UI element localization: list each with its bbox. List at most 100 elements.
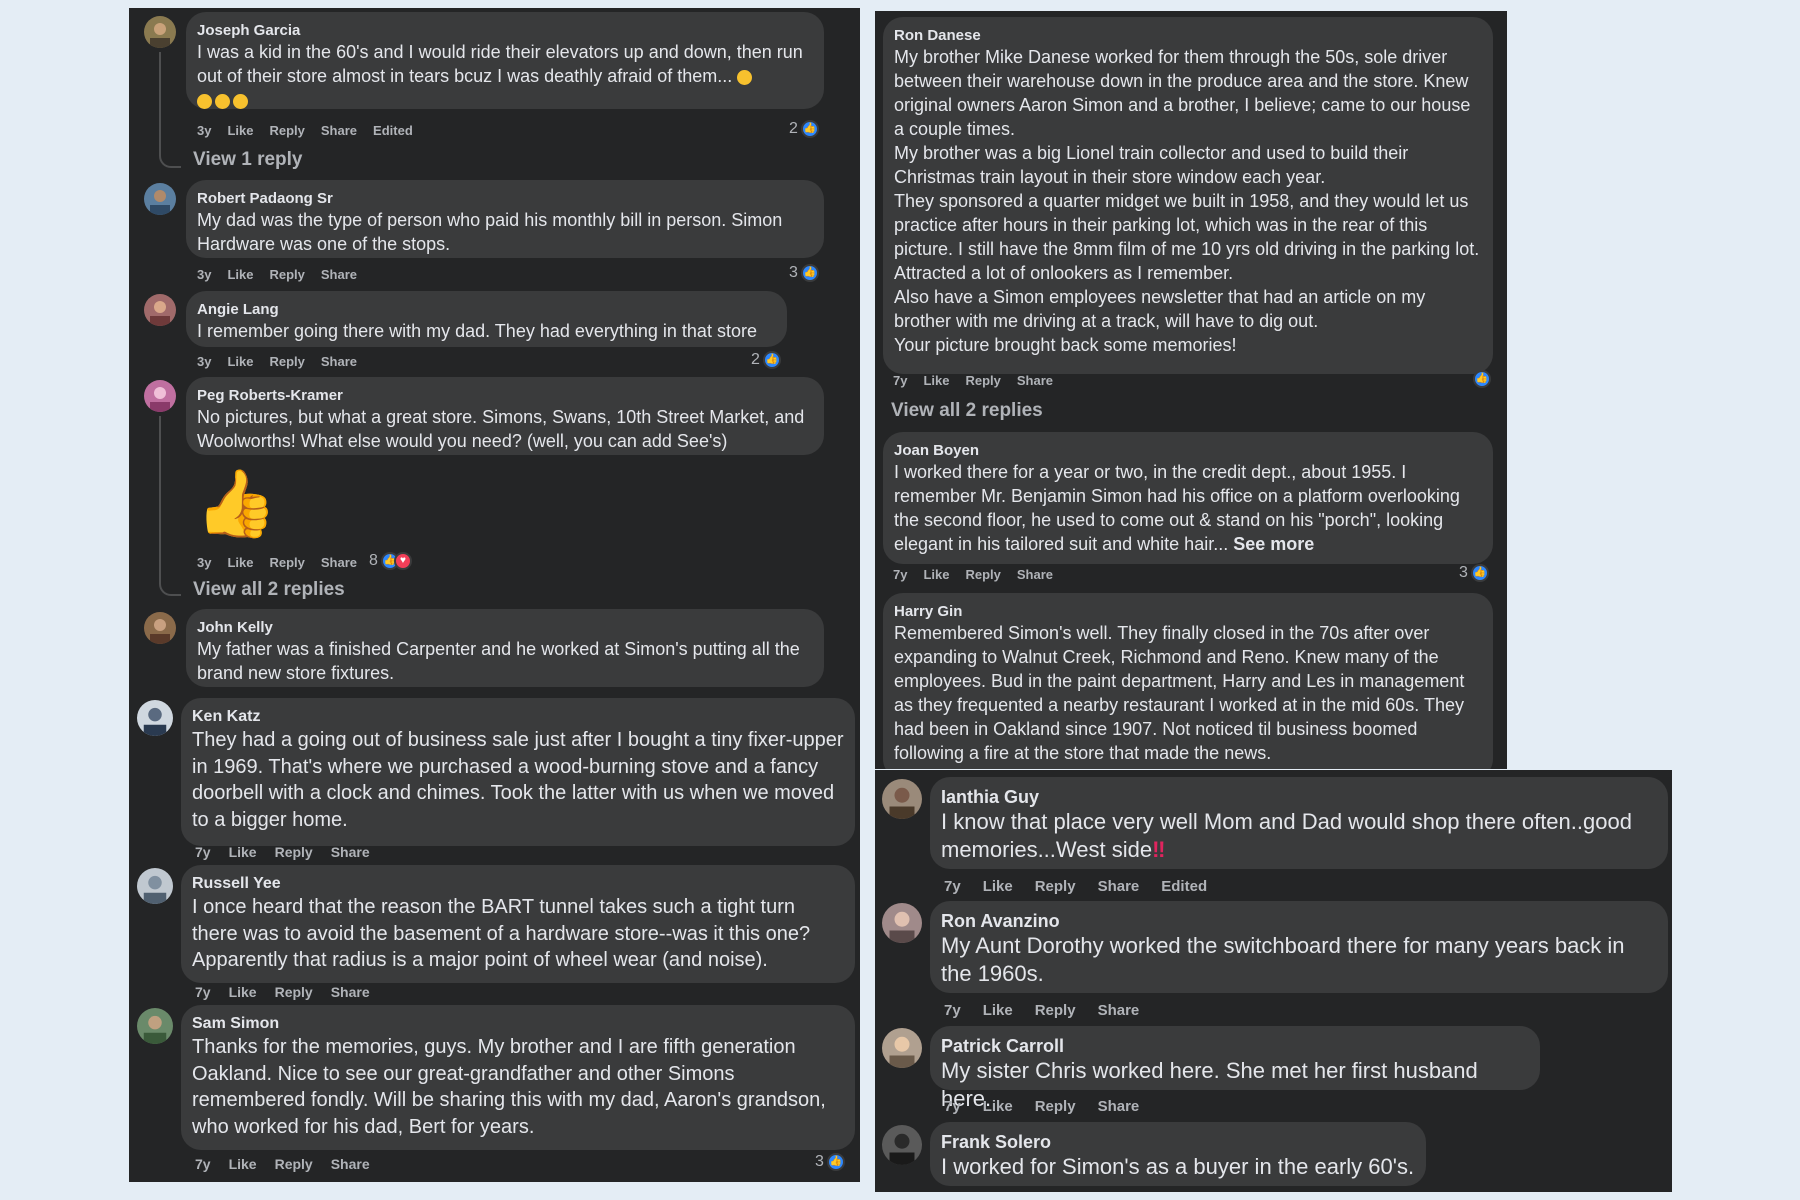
reply-button[interactable]: Reply <box>269 123 304 138</box>
reaction-count[interactable]: 2 👍 <box>789 120 819 138</box>
reaction-count[interactable]: 👍 <box>1470 370 1491 388</box>
share-button[interactable]: Share <box>331 844 370 860</box>
laughing-emoji-icon <box>215 93 230 109</box>
reply-button[interactable]: Reply <box>965 373 1000 388</box>
share-button[interactable]: Share <box>331 1156 370 1172</box>
reply-button[interactable]: Reply <box>269 555 304 570</box>
commenter-name[interactable]: Sam Simon <box>192 1014 844 1034</box>
reaction-count[interactable]: 3 👍 <box>1459 564 1489 582</box>
comment-text: Thanks for the memories, guys. My brothe… <box>192 1036 826 1138</box>
commenter-name[interactable]: Ianthia Guy <box>941 786 1657 808</box>
commenter-name[interactable]: Russell Yee <box>192 874 844 894</box>
avatar[interactable] <box>144 183 176 215</box>
commenter-name[interactable]: Frank Solero <box>941 1131 1415 1153</box>
comment-time[interactable]: 7y <box>195 984 211 1000</box>
comment-text: I know that place very well Mom and Dad … <box>941 809 1632 862</box>
comments-panel-right-bottom: Ianthia Guy I know that place very well … <box>875 770 1672 1192</box>
share-button[interactable]: Share <box>1098 1002 1140 1019</box>
reply-button[interactable]: Reply <box>269 354 304 369</box>
comment-bubble: Robert Padaong Sr My dad was the type of… <box>186 180 824 258</box>
comment-time[interactable]: 7y <box>944 1002 961 1019</box>
comment-bubble: Sam Simon Thanks for the memories, guys.… <box>181 1005 855 1150</box>
commenter-name[interactable]: Angie Lang <box>197 300 776 319</box>
commenter-name[interactable]: Patrick Carroll <box>941 1035 1529 1057</box>
share-button[interactable]: Share <box>331 984 370 1000</box>
like-button[interactable]: Like <box>229 1156 257 1172</box>
avatar[interactable] <box>144 612 176 644</box>
commenter-name[interactable]: Peg Roberts-Kramer <box>197 386 813 405</box>
avatar[interactable] <box>137 700 173 736</box>
comment-time[interactable]: 7y <box>195 1156 211 1172</box>
commenter-name[interactable]: Harry Gin <box>894 602 1482 621</box>
commenter-name[interactable]: John Kelly <box>197 618 813 637</box>
share-button[interactable]: Share <box>321 354 357 369</box>
commenter-name[interactable]: Joan Boyen <box>894 441 1482 460</box>
share-button[interactable]: Share <box>321 555 357 570</box>
comment-actions: 7y Like Reply Share <box>195 1156 388 1172</box>
like-button[interactable]: Like <box>229 844 257 860</box>
avatar[interactable] <box>144 16 176 48</box>
reply-button[interactable]: Reply <box>1035 878 1076 895</box>
comment-time[interactable]: 7y <box>195 844 211 860</box>
share-button[interactable]: Share <box>1017 373 1053 388</box>
comment-time[interactable]: 7y <box>893 567 907 582</box>
like-button[interactable]: Like <box>227 123 253 138</box>
comment-time[interactable]: 3y <box>197 354 211 369</box>
reaction-count[interactable]: 3 👍 <box>815 1153 845 1171</box>
comment-time[interactable]: 7y <box>944 1098 961 1115</box>
comment-time[interactable]: 3y <box>197 555 211 570</box>
view-replies-link[interactable]: View 1 reply <box>193 149 303 171</box>
like-button[interactable]: Like <box>983 1098 1013 1115</box>
like-button[interactable]: Like <box>923 373 949 388</box>
comment-time[interactable]: 3y <box>197 123 211 138</box>
commenter-name[interactable]: Joseph Garcia <box>197 21 813 40</box>
reply-button[interactable]: Reply <box>275 844 313 860</box>
like-button[interactable]: Like <box>227 267 253 282</box>
avatar[interactable] <box>882 1028 922 1068</box>
double-exclamation-icon: ‼ <box>1152 837 1166 862</box>
avatar[interactable] <box>137 868 173 904</box>
avatar[interactable] <box>882 779 922 819</box>
comment-time[interactable]: 7y <box>944 878 961 895</box>
like-button[interactable]: Like <box>227 555 253 570</box>
reply-button[interactable]: Reply <box>275 1156 313 1172</box>
commenter-name[interactable]: Ron Avanzino <box>941 910 1657 932</box>
commenter-name[interactable]: Ron Danese <box>894 26 1482 45</box>
like-button[interactable]: Like <box>227 354 253 369</box>
reaction-count[interactable]: 8 👍 ♥ <box>369 552 412 570</box>
see-more-link[interactable]: See more <box>1233 534 1314 554</box>
reply-button[interactable]: Reply <box>965 567 1000 582</box>
comment-text: I worked there for a year or two, in the… <box>894 462 1460 554</box>
share-button[interactable]: Share <box>321 267 357 282</box>
reply-button[interactable]: Reply <box>1035 1002 1076 1019</box>
avatar[interactable] <box>144 294 176 326</box>
share-button[interactable]: Share <box>1098 1098 1140 1115</box>
comment-actions: 7y Like Reply Share <box>195 844 388 860</box>
avatar[interactable] <box>882 1125 922 1165</box>
like-button[interactable]: Like <box>229 984 257 1000</box>
comment-text: I worked for Simon's as a buyer in the e… <box>941 1154 1415 1179</box>
comment-bubble: Ron Danese My brother Mike Danese worked… <box>883 17 1493 374</box>
avatar[interactable] <box>137 1008 173 1044</box>
commenter-name[interactable]: Ken Katz <box>192 707 844 727</box>
reaction-count[interactable]: 2 👍 <box>751 351 781 369</box>
like-button[interactable]: Like <box>983 1002 1013 1019</box>
share-button[interactable]: Share <box>321 123 357 138</box>
share-button[interactable]: Share <box>1098 878 1140 895</box>
like-button[interactable]: Like <box>923 567 949 582</box>
comment-time[interactable]: 3y <box>197 267 211 282</box>
reply-button[interactable]: Reply <box>1035 1098 1076 1115</box>
share-button[interactable]: Share <box>1017 567 1053 582</box>
view-replies-link[interactable]: View all 2 replies <box>891 400 1043 422</box>
comment-time[interactable]: 7y <box>893 373 907 388</box>
like-button[interactable]: Like <box>983 878 1013 895</box>
reply-button[interactable]: Reply <box>275 984 313 1000</box>
comment-actions: 3y Like Reply Share <box>197 354 373 369</box>
comment-text: They had a going out of business sale ju… <box>192 729 844 831</box>
reaction-count[interactable]: 3 👍 <box>789 264 819 282</box>
commenter-name[interactable]: Robert Padaong Sr <box>197 189 813 208</box>
avatar[interactable] <box>882 903 922 943</box>
avatar[interactable] <box>144 380 176 412</box>
view-replies-link[interactable]: View all 2 replies <box>193 579 345 601</box>
reply-button[interactable]: Reply <box>269 267 304 282</box>
